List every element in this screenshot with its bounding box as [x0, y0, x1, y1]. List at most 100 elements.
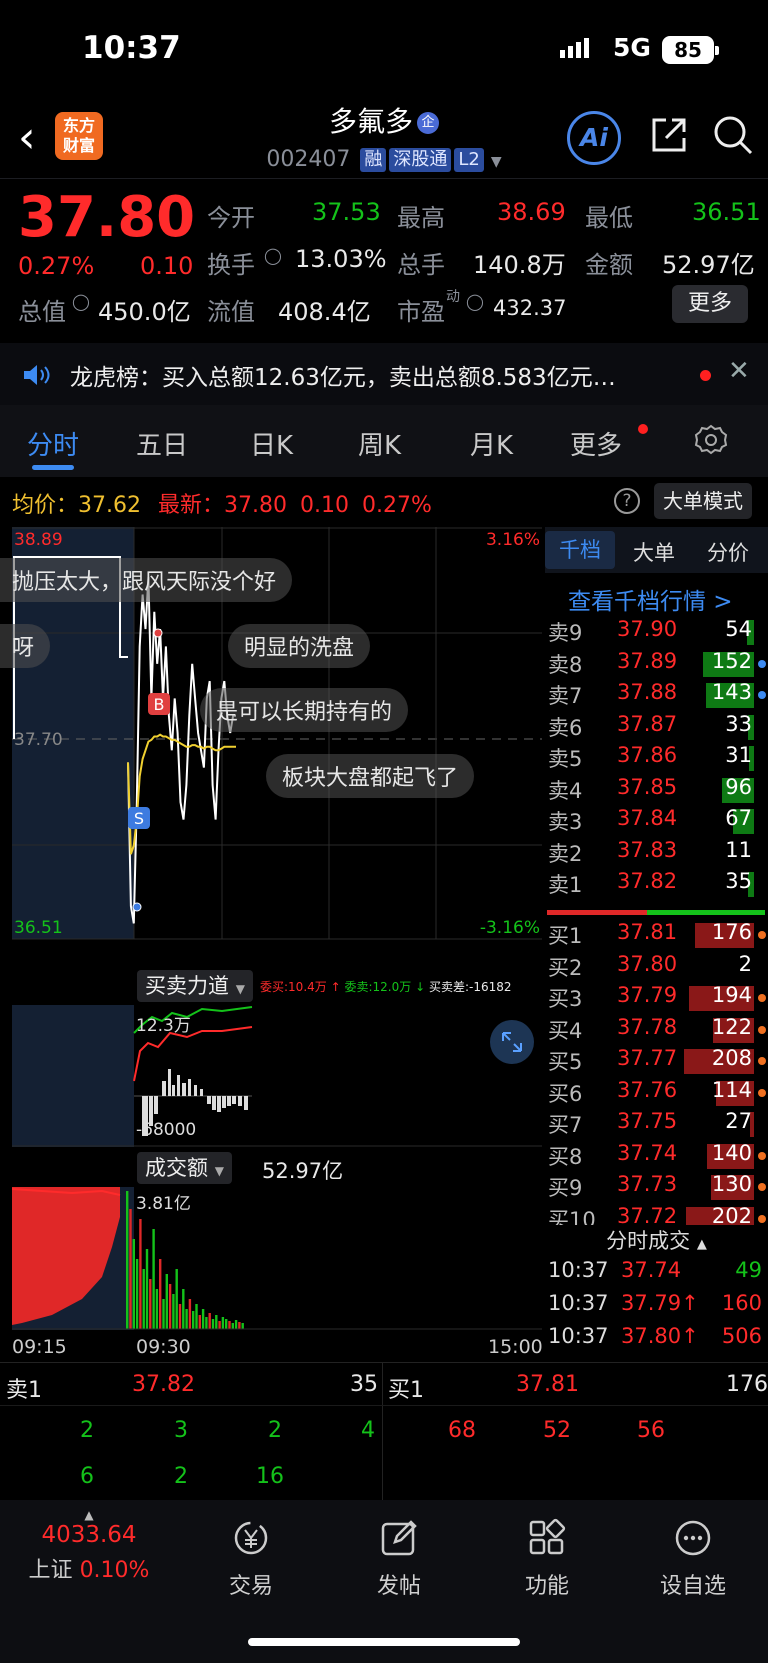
buy-level-row[interactable]: 买1 37.81 176: [545, 920, 768, 951]
book-sell-price: 37.82: [132, 1372, 195, 1397]
buy-level-row[interactable]: 买6 37.76 114: [545, 1078, 768, 1109]
amount-bar: [168, 1284, 172, 1329]
level-price: 37.75: [617, 1109, 678, 1133]
level-price: 37.74: [617, 1140, 678, 1165]
amount-indicator-selector[interactable]: 成交额 ▼: [137, 1152, 232, 1184]
depth-link[interactable]: 查看千档行情 >: [568, 582, 733, 616]
notice-text[interactable]: 龙虎榜：买入总额12.63亿元，卖出总额8.583亿元…: [70, 358, 616, 392]
order-dot: [758, 659, 766, 668]
sell-level-row[interactable]: 卖1 37.82 35: [545, 869, 768, 900]
change-pct: 0.27%: [18, 252, 95, 280]
sell-level-row[interactable]: 卖3 37.84 67: [545, 806, 768, 837]
sell-level-row[interactable]: 卖2 37.83 11: [545, 838, 768, 869]
level-price: 37.88: [617, 680, 678, 704]
flow-chart[interactable]: 12.3万 -68000: [12, 1005, 542, 1147]
sell-level-row[interactable]: 卖4 37.85 96: [545, 775, 768, 806]
amount-bar: [132, 1239, 135, 1329]
edit-icon: [381, 1520, 417, 1556]
amount-bar: [201, 1309, 205, 1329]
amount-chart[interactable]: 3.81亿: [12, 1187, 542, 1330]
tab-monthly[interactable]: 月K: [470, 425, 513, 462]
amount-bar: [195, 1304, 198, 1329]
search-icon[interactable]: [712, 114, 754, 160]
nav-add-watchlist[interactable]: 设自选: [618, 1518, 768, 1600]
level-label: 买6: [548, 1081, 583, 1106]
nav-index[interactable]: ▲ 4033.64 上证 0.10%: [14, 1508, 164, 1584]
info-icon[interactable]: ◯: [264, 246, 282, 265]
tab-indicator: [32, 465, 74, 470]
avg-label: 均价：: [12, 493, 79, 518]
buy-level-row[interactable]: 买9 37.73 130: [545, 1172, 768, 1203]
big-order-mode-button[interactable]: 大单模式: [654, 483, 752, 519]
sell-level-row[interactable]: 卖5 37.86 31: [545, 743, 768, 774]
amount-bar: [172, 1294, 175, 1329]
home-indicator[interactable]: [248, 1638, 520, 1646]
level-volume: 33: [725, 711, 752, 736]
amount-bar: [155, 1289, 159, 1329]
level-label: 卖4: [548, 778, 583, 803]
high-label: 最高: [397, 204, 445, 232]
tab-daily[interactable]: 日K: [250, 425, 293, 462]
buy-level-row[interactable]: 买8 37.74 140: [545, 1141, 768, 1172]
nav-trade[interactable]: 交易: [176, 1518, 326, 1600]
help-icon[interactable]: ?: [614, 488, 640, 514]
level-volume: 176: [711, 920, 752, 944]
amount-value: 52.97亿: [662, 251, 755, 279]
sell-queue-item: 2: [174, 1464, 188, 1489]
sell-level-row[interactable]: 卖9 37.90 54: [545, 617, 768, 648]
tab-big-order[interactable]: 大单: [633, 537, 675, 567]
flow-indicator-selector[interactable]: 买卖力道 ▼: [137, 970, 253, 1002]
info-icon[interactable]: ◯: [72, 292, 90, 311]
sell-level-row[interactable]: 卖8 37.89 152: [545, 649, 768, 680]
buy-queue-item: 52: [543, 1418, 571, 1443]
tab-price-dist[interactable]: 分价: [707, 537, 749, 567]
nav-post[interactable]: 发帖: [324, 1518, 474, 1600]
tab-more[interactable]: 更多: [570, 425, 622, 462]
latest-pct: 0.27%: [361, 493, 432, 518]
expand-icon[interactable]: [490, 1020, 534, 1064]
comment-bubble[interactable]: 呀: [0, 624, 51, 668]
avg-value: 37.62: [78, 493, 141, 518]
buy-level-row[interactable]: 买2 37.80 2: [545, 952, 768, 983]
amount-bar: [178, 1304, 182, 1329]
amount-bar: [192, 1311, 195, 1329]
share-icon[interactable]: [648, 114, 690, 160]
level-volume: 143: [711, 680, 752, 704]
tab-depth[interactable]: 千档: [545, 531, 615, 569]
comment-bubble[interactable]: 抛压太大，跟风天际没个好: [0, 558, 293, 602]
buy-level-row[interactable]: 买3 37.79 194: [545, 983, 768, 1014]
pct-axis-min: -3.16%: [480, 918, 540, 938]
amount-label: 金额: [585, 251, 633, 279]
level-label: 卖8: [548, 652, 583, 677]
level-volume: 96: [725, 774, 752, 799]
buy-level-row[interactable]: 买4 37.78 122: [545, 1015, 768, 1046]
sell-queue-item: 2: [268, 1418, 282, 1443]
chart-tabs: 分时 五日 日K 周K 月K 更多: [0, 405, 768, 477]
more-button[interactable]: 更多: [672, 285, 748, 323]
amount-bar: [162, 1299, 165, 1329]
settings-gear-icon[interactable]: [694, 423, 728, 461]
tab-intraday[interactable]: 分时: [27, 425, 79, 462]
comment-bubble[interactable]: 明显的洗盘: [228, 624, 371, 668]
buy-level-row[interactable]: 买7 37.75 27: [545, 1109, 768, 1140]
sell-level-row[interactable]: 卖6 37.87 33: [545, 712, 768, 743]
level-price: 37.83: [617, 837, 678, 862]
sell-level-row[interactable]: 卖7 37.88 143: [545, 680, 768, 711]
buy-level-row[interactable]: 买5 37.77 208: [545, 1046, 768, 1077]
ticks-header[interactable]: 分时成交 ▲: [545, 1225, 768, 1253]
amount-bar: [205, 1317, 208, 1329]
tab-5day[interactable]: 五日: [136, 425, 188, 462]
ai-button[interactable]: Ai: [567, 111, 621, 165]
sell-queue-item: 16: [256, 1464, 284, 1489]
tab-weekly[interactable]: 周K: [358, 425, 401, 462]
amount-bar: [152, 1229, 155, 1329]
level-volume: 27: [725, 1109, 752, 1133]
comment-bubble[interactable]: 是可以长期持有的: [200, 688, 409, 732]
nav-functions[interactable]: 功能: [472, 1518, 622, 1600]
close-icon[interactable]: ✕: [728, 356, 750, 386]
comment-bubble[interactable]: 板块大盘都起飞了: [266, 754, 475, 798]
amount-bar: [182, 1289, 185, 1329]
info-icon[interactable]: ◯: [466, 292, 484, 311]
order-dot: [758, 1088, 766, 1097]
level-volume: 67: [725, 806, 752, 830]
